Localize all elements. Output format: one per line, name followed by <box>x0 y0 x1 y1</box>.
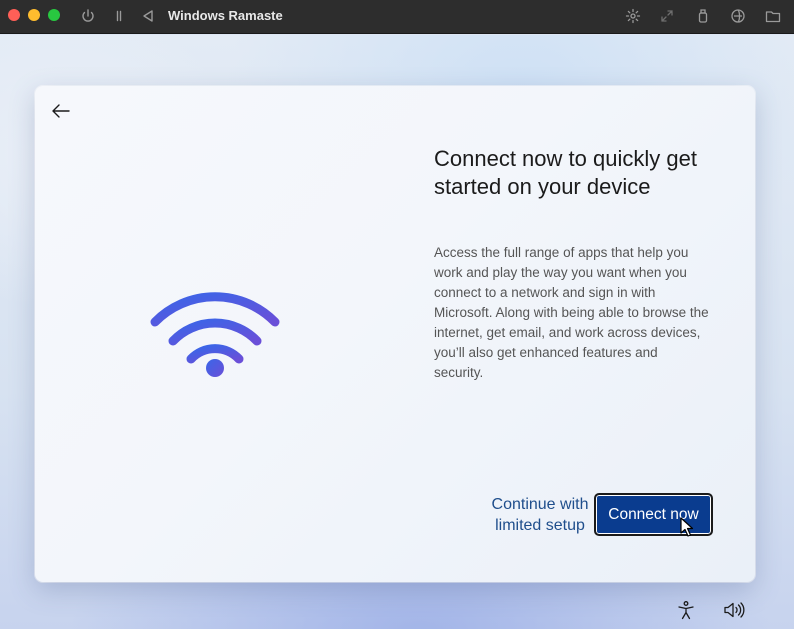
wifi-icon <box>150 292 280 377</box>
window-title: Windows Ramaste <box>168 8 283 23</box>
page-description: Access the full range of apps that help … <box>434 245 709 380</box>
zoom-window-button[interactable] <box>48 9 60 21</box>
power-icon[interactable] <box>79 7 97 25</box>
resize-icon[interactable] <box>658 7 676 25</box>
pause-icon[interactable] <box>110 7 128 25</box>
volume-icon[interactable] <box>723 599 745 621</box>
network-icon[interactable] <box>729 7 747 25</box>
usb-icon[interactable] <box>694 7 712 25</box>
back-arrow-icon <box>52 104 70 118</box>
back-triangle-icon[interactable] <box>139 7 157 25</box>
page-title: Connect now to quickly get started on yo… <box>434 146 697 199</box>
accessibility-icon[interactable] <box>675 599 697 621</box>
close-window-button[interactable] <box>8 9 20 21</box>
connect-now-button[interactable]: Connect now <box>594 493 713 536</box>
brightness-icon[interactable] <box>624 7 642 25</box>
mouse-pointer-icon <box>680 517 694 537</box>
back-arrow-button[interactable] <box>49 99 73 123</box>
vm-title-bar: Windows Ramaste <box>0 0 794 34</box>
continue-limited-setup-link[interactable]: Continue with limited setup <box>480 494 600 536</box>
folder-icon[interactable] <box>764 7 782 25</box>
minimize-window-button[interactable] <box>28 9 40 21</box>
